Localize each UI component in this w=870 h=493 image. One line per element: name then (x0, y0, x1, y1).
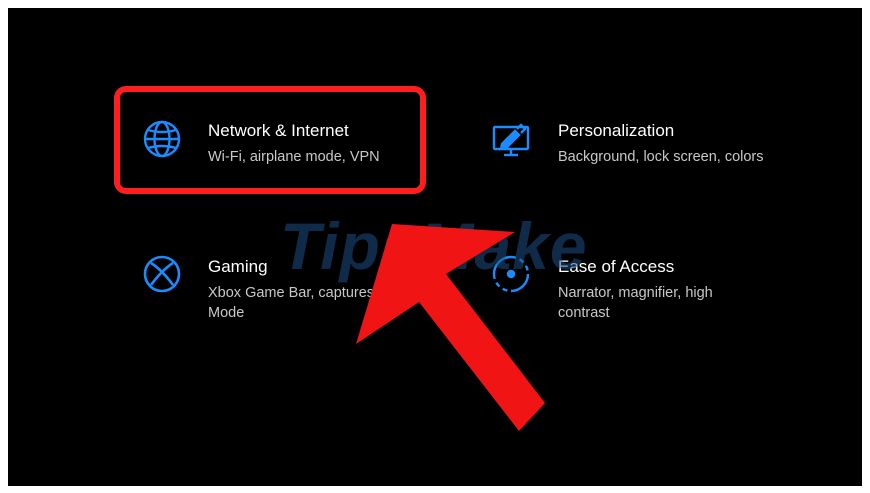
red-arrow-annotation (356, 224, 545, 431)
settings-screen: Network & Internet Wi-Fi, airplane mode,… (8, 8, 862, 486)
